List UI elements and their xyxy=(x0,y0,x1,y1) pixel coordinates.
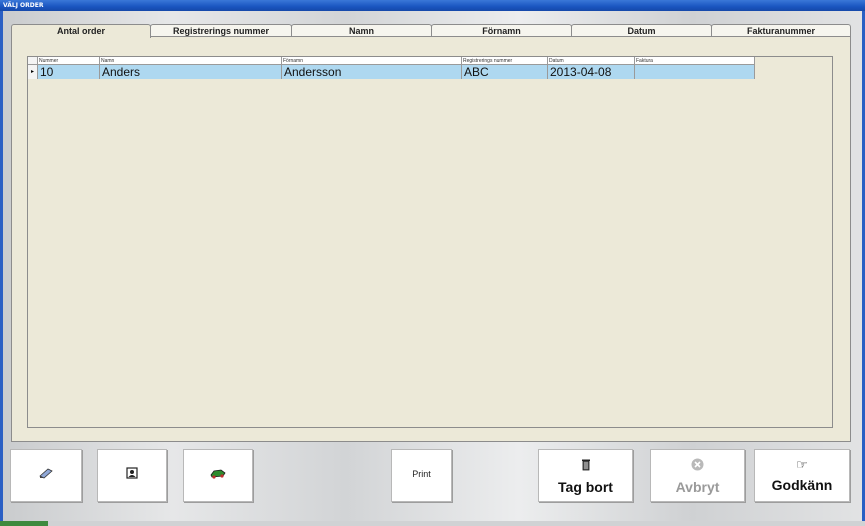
table-row[interactable]: ▸ 10 Anders Andersson ABC 2013-04-08 xyxy=(28,65,755,79)
edit-button[interactable] xyxy=(10,449,82,502)
approve-label: Godkänn xyxy=(771,477,833,493)
column-header-registrerings-nummer[interactable]: Registrerings nummer xyxy=(462,57,548,65)
column-header-namn[interactable]: Namn xyxy=(100,57,282,65)
delete-button[interactable]: Tag bort xyxy=(538,449,633,502)
cancel-label: Avbryt xyxy=(675,479,720,495)
grid-header: Nummer Namn Förnamn Registrerings nummer… xyxy=(28,57,755,65)
window-title: VÄLJ ORDER xyxy=(0,0,865,11)
customer-button[interactable] xyxy=(97,449,167,502)
delete-label: Tag bort xyxy=(558,479,613,495)
header-row-selector xyxy=(28,57,38,65)
column-header-faktura[interactable]: Faktura xyxy=(635,57,755,65)
column-header-nummer[interactable]: Nummer xyxy=(38,57,100,65)
cell-fornamn[interactable]: Andersson xyxy=(282,65,462,79)
print-button[interactable]: Print xyxy=(391,449,452,502)
column-header-fornamn[interactable]: Förnamn xyxy=(282,57,462,65)
cell-registrerings-nummer[interactable]: ABC xyxy=(462,65,548,79)
cancel-button[interactable]: Avbryt xyxy=(650,449,745,502)
trash-icon xyxy=(539,458,632,474)
taskbar-strip xyxy=(0,521,865,526)
cell-datum[interactable]: 2013-04-08 xyxy=(548,65,635,79)
cell-faktura[interactable] xyxy=(635,65,755,79)
window-frame-left xyxy=(0,11,3,526)
car-icon xyxy=(184,467,252,482)
person-icon xyxy=(98,467,166,482)
approve-button[interactable]: ☞ Godkänn xyxy=(754,449,850,502)
tab-antal-order[interactable]: Antal order xyxy=(11,24,151,38)
cell-namn[interactable]: Anders xyxy=(100,65,282,79)
close-icon xyxy=(651,458,744,474)
column-header-datum[interactable]: Datum xyxy=(548,57,635,65)
vehicle-button[interactable] xyxy=(183,449,253,502)
pointing-hand-icon: ☞ xyxy=(796,457,808,472)
order-grid: Nummer Namn Förnamn Registrerings nummer… xyxy=(27,56,833,428)
print-label: Print xyxy=(412,469,431,479)
cell-nummer[interactable]: 10 xyxy=(38,65,100,79)
row-indicator[interactable]: ▸ xyxy=(28,65,38,79)
edit-icon xyxy=(11,467,81,482)
